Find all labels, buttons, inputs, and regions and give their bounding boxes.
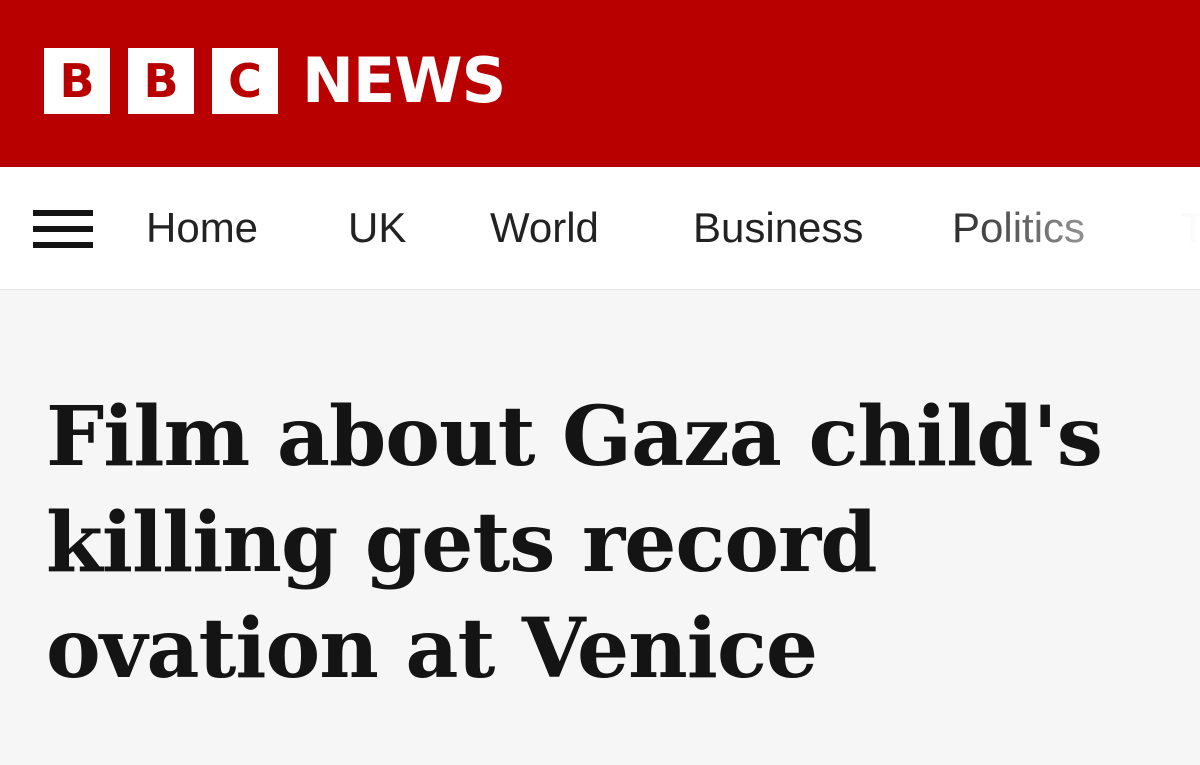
masthead: B B C NEWS [0,0,1200,167]
bbc-news-logo[interactable]: B B C NEWS [44,44,506,117]
nav-item-business[interactable]: Business [693,203,863,253]
logo-block-b2: B [128,48,194,114]
menu-icon-bar [33,210,93,216]
primary-navigation: Home UK World Business Politics T [0,167,1200,290]
article-headline: Film about Gaza child's killing gets rec… [46,389,1103,697]
nav-item-uk[interactable]: UK [348,203,406,253]
nav-item-home[interactable]: Home [146,203,258,253]
logo-block-c: C [212,48,278,114]
nav-item-truncated[interactable]: T [1180,203,1200,253]
nav-item-world[interactable]: World [490,203,599,253]
hamburger-menu-icon[interactable] [33,210,93,248]
nav-item-politics[interactable]: Politics [952,203,1085,253]
logo-news-wordmark: NEWS [302,44,506,117]
logo-block-b1: B [44,48,110,114]
menu-icon-bar [33,226,93,232]
menu-icon-bar [33,242,93,248]
